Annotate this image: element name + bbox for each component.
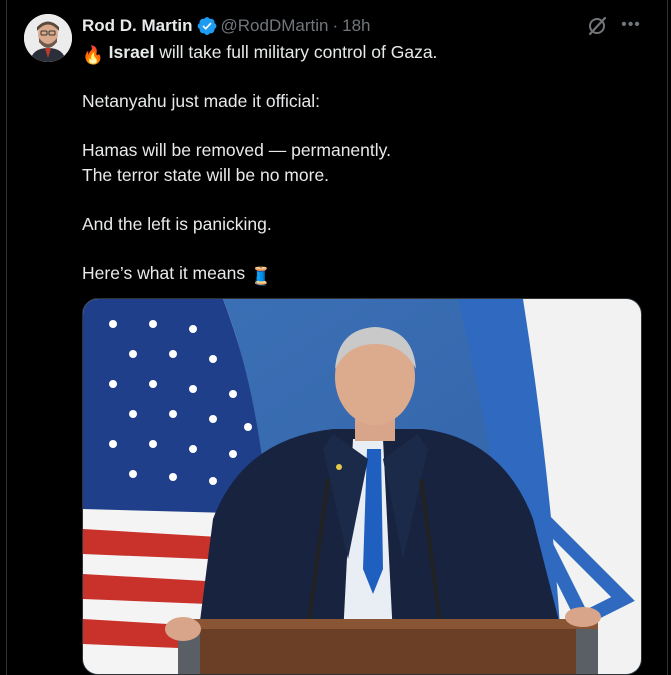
header-separator: · [332,16,339,35]
post-text: 🔥 Israel will take full military control… [82,40,642,286]
hashtag-israel: Israel [108,42,155,62]
post-header: Rod D. Martin @RodDMartin · 18h [82,14,371,38]
author-display-name[interactable]: Rod D. Martin [82,16,193,36]
post-line-6: Here’s what it means 🧵 [82,261,642,286]
thread-emoji-icon: 🧵 [249,265,272,286]
more-options-icon[interactable]: ••• [620,14,642,36]
post-line-2: Netanyahu just made it official: [82,91,321,111]
author-handle[interactable]: @RodDMartin [221,16,329,36]
post-line-1: 🔥 Israel will take full military control… [82,40,642,65]
verified-badge-icon [197,16,217,36]
post-line-3: Hamas will be removed — permanently. [82,140,391,160]
post-line-5: And the left is panicking. [82,213,272,234]
fire-emoji-icon: 🔥 [82,45,104,65]
post-line-6-text: Here’s what it means [82,262,246,283]
grok-icon[interactable] [586,15,608,37]
post-line-4: The terror state will be no more. [82,164,330,185]
author-avatar[interactable] [24,14,72,62]
post-timestamp[interactable]: 18h [342,16,370,36]
post-line-1-text: will take full military control of Gaza. [154,42,438,62]
post-media-photo[interactable] [82,298,642,675]
